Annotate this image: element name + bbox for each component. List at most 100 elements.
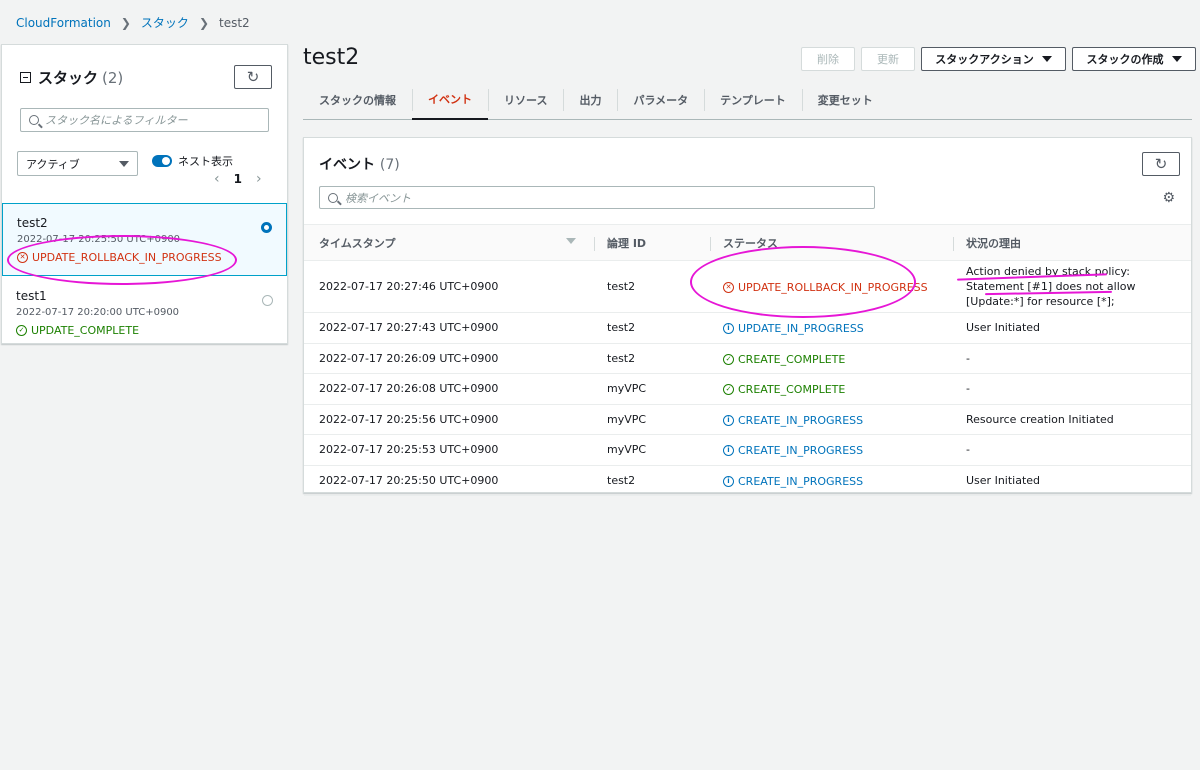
x-circle-icon: ✕ (723, 282, 734, 293)
gear-icon[interactable]: ⚙ (1162, 190, 1175, 206)
cell-timestamp: 2022-07-17 20:27:46 UTC+0900 (304, 260, 592, 313)
chevron-right-icon[interactable]: › (256, 171, 262, 187)
stack-timestamp: 2022-07-17 20:20:00 UTC+0900 (16, 307, 180, 318)
nested-toggle[interactable]: ネスト表示 (152, 153, 233, 169)
tab-stack-info[interactable]: スタックの情報 (303, 80, 412, 120)
cell-timestamp: 2022-07-17 20:27:43 UTC+0900 (304, 312, 592, 344)
stack-filter-input[interactable]: スタック名によるフィルター (20, 108, 269, 132)
events-search-input[interactable]: 検索イベント (319, 186, 875, 209)
cell-logical-id: test2 (592, 312, 708, 344)
toggle-switch[interactable] (152, 155, 172, 167)
cell-logical-id: myVPC (592, 404, 708, 435)
breadcrumb-stacks[interactable]: スタック (141, 14, 189, 31)
header-actions: 削除 更新 スタックアクション スタックの作成 (801, 47, 1196, 71)
events-count: (7) (379, 157, 400, 173)
tab-outputs[interactable]: 出力 (563, 80, 617, 120)
cell-logical-id: test2 (592, 260, 708, 313)
stack-name[interactable]: test1 (16, 289, 273, 303)
cell-status: i UPDATE_IN_PROGRESS (708, 312, 951, 344)
column-header-status[interactable]: ステータス (708, 224, 951, 261)
caret-down-icon (1171, 56, 1182, 62)
column-header-timestamp[interactable]: タイムスタンプ (304, 224, 592, 261)
tab-template[interactable]: テンプレート (704, 80, 802, 120)
stacks-panel-header: スタック (2) (20, 67, 123, 88)
cell-status: i CREATE_IN_PROGRESS (708, 465, 951, 496)
stacks-panel: スタック (2) ↻ スタック名によるフィルター アクティブ ネスト表示 ‹ 1… (1, 44, 288, 344)
stacks-refresh-button[interactable]: ↻ (234, 65, 272, 89)
page-title: test2 (303, 45, 360, 70)
events-title: イベント (319, 157, 375, 173)
cell-reason: Action denied by stack policy: Statement… (951, 260, 1191, 313)
stack-actions-button[interactable]: スタックアクション (921, 47, 1066, 71)
chevron-left-icon[interactable]: ‹ (214, 171, 220, 187)
status-text: CREATE_COMPLETE (738, 383, 846, 397)
sort-down-icon (566, 237, 576, 244)
stack-radio[interactable] (261, 222, 272, 233)
events-panel: イベント (7) ↻ 検索イベント ⚙ タイムスタンプ 論理 ID ステータス … (303, 137, 1192, 496)
cell-reason: User Initiated (951, 312, 1191, 344)
nested-toggle-label: ネスト表示 (178, 155, 233, 168)
status-text: UPDATE_ROLLBACK_IN_PROGRESS (738, 281, 928, 294)
collapse-icon[interactable] (20, 72, 31, 83)
column-header-reason[interactable]: 状況の理由 (951, 224, 1191, 261)
status-filter-select[interactable]: アクティブ (17, 151, 138, 176)
check-circle-icon: ✓ (16, 325, 27, 336)
cell-status: i CREATE_IN_PROGRESS (708, 404, 951, 435)
page-number[interactable]: 1 (234, 172, 242, 186)
status-text: CREATE_IN_PROGRESS (738, 444, 864, 458)
search-icon (29, 115, 39, 125)
stack-radio[interactable] (262, 295, 273, 306)
table-row: 2022-07-17 20:25:56 UTC+0900 myVPC i CREA… (304, 404, 1191, 435)
stack-item-test1[interactable]: test1 2022-07-17 20:20:00 UTC+0900 ✓ UPD… (2, 277, 287, 343)
tab-events[interactable]: イベント (412, 80, 488, 120)
tab-change-sets[interactable]: 変更セット (801, 80, 889, 120)
status-text: CREATE_IN_PROGRESS (738, 413, 864, 427)
tab-parameters[interactable]: パラメータ (617, 80, 704, 120)
table-row: 2022-07-17 20:25:50 UTC+0900 test2 i CREA… (304, 465, 1191, 496)
table-row: 2022-07-17 20:26:08 UTC+0900 myVPC ✓ CREA… (304, 373, 1191, 405)
events-header: イベント (7) (319, 154, 400, 174)
status-text: CREATE_IN_PROGRESS (738, 474, 864, 488)
delete-button[interactable]: 削除 (801, 47, 855, 71)
breadcrumb: CloudFormation ❯ スタック ❯ test2 (16, 14, 250, 31)
stacks-title: スタック (38, 69, 99, 87)
table-row: 2022-07-17 20:25:53 UTC+0900 myVPC i CREA… (304, 434, 1191, 466)
info-circle-icon: i (723, 475, 734, 487)
column-header-logical-id[interactable]: 論理 ID (592, 224, 708, 261)
cell-status: i CREATE_IN_PROGRESS (708, 434, 951, 466)
cell-timestamp: 2022-07-17 20:25:53 UTC+0900 (304, 434, 592, 466)
stack-name[interactable]: test2 (17, 216, 272, 230)
cell-timestamp: 2022-07-17 20:25:50 UTC+0900 (304, 465, 592, 496)
caret-down-icon (119, 160, 129, 167)
search-icon (328, 192, 338, 203)
x-circle-icon: ✕ (17, 252, 28, 263)
events-search-placeholder: 検索イベント (345, 191, 411, 205)
cell-reason: - (951, 434, 1191, 466)
table-row: 2022-07-17 20:27:46 UTC+0900 test2 ✕ UPDA… (304, 260, 1191, 313)
caret-down-icon (1041, 56, 1052, 62)
cell-timestamp: 2022-07-17 20:26:09 UTC+0900 (304, 343, 592, 374)
status-text: UPDATE_IN_PROGRESS (738, 322, 864, 336)
cell-reason: - (951, 343, 1191, 374)
table-row: 2022-07-17 20:27:43 UTC+0900 test2 i UPDA… (304, 312, 1191, 344)
stack-status: ✕ UPDATE_ROLLBACK_IN_PROGRESS (17, 251, 222, 264)
stack-item-test2[interactable]: test2 2022-07-17 20:25:50 UTC+0900 ✕ UPD… (2, 203, 287, 276)
info-circle-icon: i (723, 323, 734, 335)
create-stack-label: スタックの作成 (1086, 53, 1164, 66)
events-refresh-button[interactable]: ↻ (1142, 152, 1180, 176)
refresh-icon: ↻ (1154, 155, 1168, 173)
pagination: ‹ 1 › (214, 171, 262, 187)
cell-status: ✓ CREATE_COMPLETE (708, 373, 951, 405)
cell-reason: Resource creation Initiated (951, 404, 1191, 435)
cell-logical-id: test2 (592, 465, 708, 496)
info-circle-icon: i (723, 414, 734, 426)
cell-reason: User Initiated (951, 465, 1191, 496)
breadcrumb-cloudformation[interactable]: CloudFormation (16, 16, 111, 30)
tab-resources[interactable]: リソース (488, 80, 563, 120)
check-circle-icon: ✓ (723, 353, 734, 365)
create-stack-button[interactable]: スタックの作成 (1072, 47, 1196, 71)
cell-logical-id: myVPC (592, 434, 708, 466)
update-button[interactable]: 更新 (861, 47, 915, 71)
check-circle-icon: ✓ (723, 384, 734, 396)
cell-status: ✕ UPDATE_ROLLBACK_IN_PROGRESS (708, 260, 951, 313)
